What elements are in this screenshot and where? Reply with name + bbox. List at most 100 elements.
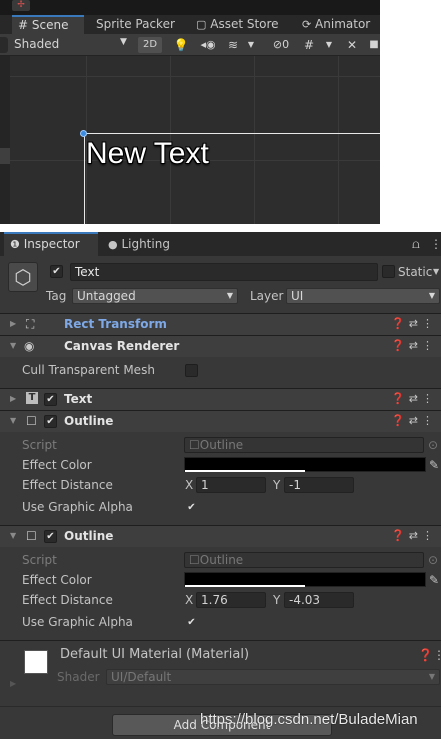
rect-transform-header[interactable]: ▶ ⛶ Rect Transform ❓⇄⋮ — [0, 313, 441, 335]
bag-icon: ▢ — [196, 18, 207, 31]
shading-mode-dropdown[interactable]: Shaded ▼ — [14, 37, 132, 51]
component-icons[interactable]: ❓⇄⋮ — [391, 414, 437, 427]
outline1-title: Outline — [64, 414, 114, 428]
outline1-script-field: ☐Outline — [184, 437, 424, 453]
text-component-icon: T — [26, 392, 38, 404]
outline1-alpha-label: Use Graphic Alpha — [22, 500, 133, 514]
text-enabled-checkbox[interactable]: ✔ — [44, 393, 57, 406]
outline1-enabled-checkbox[interactable]: ✔ — [44, 415, 57, 428]
tab-asset-store[interactable]: ▢ Asset Store — [196, 15, 279, 34]
outline2-header[interactable]: ▼ ☐ ✔ Outline ❓⇄⋮ — [0, 525, 441, 547]
static-checkbox[interactable] — [382, 265, 395, 278]
effects-dropdown-icon[interactable]: ▼ — [246, 37, 256, 53]
eyedropper-icon[interactable]: ✎ — [429, 458, 439, 472]
tab-inspector-label: Inspector — [23, 237, 80, 251]
outline2-distance-label: Effect Distance — [22, 593, 113, 607]
footer-separator — [0, 706, 441, 707]
outline2-enabled-checkbox[interactable]: ✔ — [44, 530, 57, 543]
watermark-text: https://blog.csdn.net/BuladeMian — [200, 711, 418, 728]
grid-dropdown-icon[interactable]: ▼ — [324, 37, 334, 53]
shader-dropdown: UI/Default ▼ — [106, 669, 440, 685]
object-name-field[interactable]: Text — [70, 263, 378, 281]
gizmos-toggle-icon[interactable]: ■ — [368, 37, 380, 53]
tag-dropdown[interactable]: Untagged ▼ — [72, 288, 238, 304]
tab-inspector[interactable]: ❶ Inspector — [4, 232, 98, 256]
rect-transform-title: Rect Transform — [64, 317, 167, 331]
toolbar-left-edge — [0, 37, 8, 53]
outline1-x-field[interactable]: 1 — [196, 477, 266, 493]
canvas-boundary-left — [84, 133, 85, 224]
audio-toggle-icon[interactable]: ◂◉ — [198, 37, 218, 53]
2d-toggle-button[interactable]: 2D — [138, 37, 162, 53]
target-icon[interactable]: ⊙ — [428, 553, 438, 567]
component-icons[interactable]: ❓⇄⋮ — [391, 529, 437, 542]
tools-toggle-icon[interactable]: ✕ — [344, 37, 360, 53]
tag-value: Untagged — [77, 289, 136, 303]
rect-handle[interactable] — [80, 130, 87, 137]
tab-sprite-packer[interactable]: Sprite Packer — [96, 15, 175, 34]
component-icons[interactable]: ❓⇄⋮ — [391, 392, 437, 405]
window-menu-icon[interactable]: ✢ — [12, 0, 30, 11]
outline1-alpha-checkbox[interactable]: ✔ — [185, 501, 198, 514]
target-icon[interactable]: ⊙ — [428, 438, 438, 452]
scene-text-object[interactable]: New Text — [86, 137, 209, 171]
tab-lighting[interactable]: ● Lighting — [108, 232, 170, 256]
component-icons[interactable]: ❓⇄⋮ — [391, 339, 437, 352]
outline2-color-label: Effect Color — [22, 573, 92, 587]
fold-right-icon[interactable]: ▶ — [10, 679, 16, 688]
grid-toggle-icon[interactable]: # — [300, 37, 318, 53]
lighting-toggle-icon[interactable]: 💡 — [172, 37, 190, 53]
chevron-down-icon: ▼ — [428, 291, 435, 300]
outline1-y-field[interactable]: -1 — [284, 477, 354, 493]
outline1-y-label: Y — [273, 478, 281, 492]
tab-animator-label: Animator — [315, 17, 371, 31]
text-component-header[interactable]: ▶ T ✔ Text ❓⇄⋮ — [0, 388, 441, 410]
more-menu-icon[interactable]: ⋮ — [430, 232, 441, 256]
effects-toggle-icon[interactable]: ≋ — [224, 37, 242, 53]
active-checkbox[interactable]: ✔ — [50, 265, 63, 278]
material-help-icon[interactable]: ❓⋮ — [418, 648, 441, 662]
eyedropper-icon[interactable]: ✎ — [429, 573, 439, 587]
chevron-down-icon: ▼ — [428, 672, 435, 681]
outline2-x-field[interactable]: 1.76 — [196, 592, 266, 608]
tab-animator[interactable]: ⟳ Animator — [302, 15, 370, 34]
material-preview[interactable] — [24, 650, 48, 674]
viewport-left-edge — [0, 56, 10, 224]
text-component-title: Text — [64, 392, 93, 406]
layer-dropdown[interactable]: UI ▼ — [286, 288, 440, 304]
inspector-tabbar: ❶ Inspector ● Lighting ⩍ ⋮ — [0, 232, 441, 256]
material-title: Default UI Material (Material) — [60, 647, 250, 662]
script-icon: ☐ — [26, 529, 37, 543]
shading-mode-label: Shaded — [14, 37, 60, 51]
outline1-x-label: X — [185, 478, 194, 492]
outline2-title: Outline — [64, 529, 114, 543]
tab-scene[interactable]: # Scene — [12, 15, 84, 34]
outline1-header[interactable]: ▼ ☐ ✔ Outline ❓⇄⋮ — [0, 410, 441, 432]
grid-line — [0, 76, 380, 77]
scene-window: ✢ # Scene Sprite Packer ▢ Asset Store ⟳ … — [0, 0, 380, 224]
chevron-down-icon: ▼ — [226, 291, 233, 300]
layer-value: UI — [291, 289, 304, 303]
eye-icon: ◉ — [24, 339, 35, 353]
static-dropdown-icon[interactable]: ▼ — [433, 267, 439, 276]
scene-toolbar: Shaded ▼ 2D 💡 ◂◉ ≋ ▼ ⊘0 # ▼ ✕ ■ — [0, 34, 380, 56]
cull-transparent-checkbox[interactable] — [185, 364, 198, 377]
outline1-distance-label: Effect Distance — [22, 478, 113, 492]
lock-icon[interactable]: ⩍ — [412, 232, 420, 256]
fold-right-icon: ▶ — [10, 394, 17, 403]
outline2-x-label: X — [185, 593, 194, 607]
component-icons[interactable]: ❓⇄⋮ — [391, 317, 437, 330]
outline2-script-field: ☐Outline — [184, 552, 424, 568]
hidden-objects-toggle[interactable]: ⊘0 — [266, 37, 296, 53]
fold-down-icon: ▼ — [10, 416, 17, 425]
canvas-renderer-header[interactable]: ▼ ◉ Canvas Renderer ❓⇄⋮ — [0, 335, 441, 357]
eye-slash-icon: ⊘ — [272, 38, 283, 51]
static-label: Static — [398, 265, 433, 279]
outline2-alpha-label: Use Graphic Alpha — [22, 615, 133, 629]
grid-line — [254, 56, 255, 224]
canvas-renderer-title: Canvas Renderer — [64, 339, 180, 353]
animator-icon: ⟳ — [302, 18, 312, 31]
outline2-y-field[interactable]: -4.03 — [284, 592, 354, 608]
outline2-y-label: Y — [273, 593, 281, 607]
outline2-alpha-checkbox[interactable]: ✔ — [185, 616, 198, 629]
